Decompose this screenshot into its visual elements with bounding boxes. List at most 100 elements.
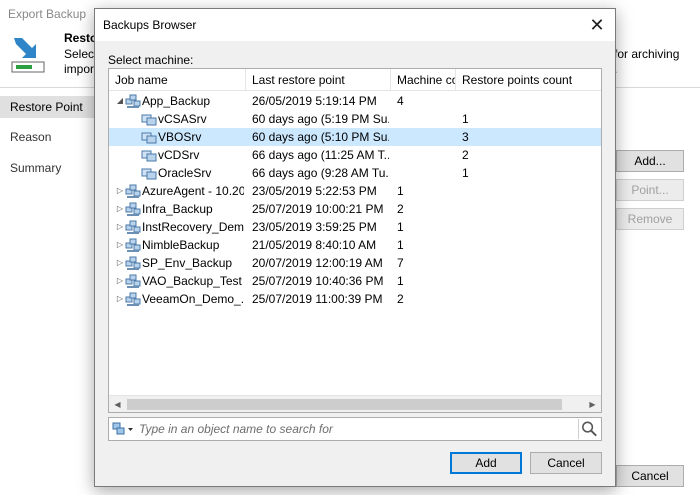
job-name-cell: NimbleBackup: [142, 238, 220, 252]
last-restore-point-cell: 25/07/2019 10:00:21 PM: [252, 202, 384, 216]
column-header-restore-points-count[interactable]: Restore points count: [456, 69, 601, 91]
job-name-cell: App_Backup: [142, 94, 211, 108]
machine-row[interactable]: vCDSrv 66 days ago (11:25 AM T... 2: [109, 146, 601, 164]
job-row[interactable]: ▷ AzureAgent - 10.20... 23/05/2019 5:22:53…: [109, 182, 601, 200]
machine-count-cell: [397, 164, 452, 182]
expand-icon[interactable]: ▷: [115, 236, 125, 254]
job-row[interactable]: ▷ InstRecovery_Demo 23/05/2019 3:59:25 PM 1: [109, 218, 601, 236]
expand-icon[interactable]: ▷: [115, 272, 125, 290]
machine-count-cell: [397, 128, 452, 146]
search-scope-icon[interactable]: [111, 420, 135, 438]
dialog-add-button[interactable]: Add: [450, 452, 522, 474]
last-restore-point-cell: 66 days ago (9:28 AM Tu...: [252, 166, 389, 180]
restore-points-count-cell: [462, 218, 592, 236]
vm-icon: [141, 111, 157, 127]
wizard-step-description: Select: [64, 47, 98, 61]
last-restore-point-cell: 60 days ago (5:10 PM Su...: [252, 130, 389, 144]
expand-icon[interactable]: ▷: [115, 200, 125, 218]
search-icon[interactable]: [578, 419, 600, 439]
collapse-icon[interactable]: ◢: [115, 92, 125, 110]
job-row[interactable]: ▷ NimbleBackup 21/05/2019 8:40:10 AM 1: [109, 236, 601, 254]
machine-count-cell: 4: [397, 94, 404, 108]
last-restore-point-cell: 60 days ago (5:19 PM Su...: [252, 112, 389, 126]
job-name-cell: AzureAgent - 10.20...: [142, 184, 244, 198]
restore-points-count-cell: [462, 236, 592, 254]
search-box: [108, 417, 602, 441]
machine-count-cell: 1: [397, 184, 404, 198]
job-name-cell: InstRecovery_Demo: [142, 220, 244, 234]
dialog-titlebar: Backups Browser ✕: [95, 9, 615, 41]
scroll-left-icon[interactable]: ◀: [109, 396, 126, 412]
backup-job-icon: [125, 201, 141, 217]
machine-count-cell: [397, 146, 452, 164]
restore-points-count-cell: [462, 182, 592, 200]
restore-points-count-cell: [462, 272, 592, 290]
nav-step-reason[interactable]: Reason: [0, 126, 98, 148]
select-machine-label: Select machine:: [108, 53, 194, 67]
job-name-cell: VAO_Backup_Test: [142, 274, 242, 288]
job-name-cell: vCSASrv: [158, 112, 207, 126]
machine-row[interactable]: VBOSrv 60 days ago (5:10 PM Su... 3: [109, 128, 601, 146]
dialog-title: Backups Browser: [103, 18, 197, 32]
machine-count-cell: 2: [397, 202, 404, 216]
expand-icon[interactable]: ▷: [115, 182, 125, 200]
wizard-description-right: for archiving: [614, 47, 680, 61]
restore-points-count-cell: [462, 200, 592, 218]
restore-points-count-cell: 2: [462, 148, 469, 162]
remove-button[interactable]: Remove: [616, 208, 684, 230]
job-name-cell: VBOSrv: [158, 130, 202, 144]
grid-header: Job name Last restore point Machine cou …: [109, 69, 601, 91]
backup-job-icon: [125, 273, 141, 289]
horizontal-scrollbar[interactable]: ◀ ▶: [109, 395, 601, 412]
wizard-cancel-button[interactable]: Cancel: [616, 465, 684, 487]
column-header-machine-count[interactable]: Machine cou: [391, 69, 456, 91]
vm-icon: [141, 165, 157, 181]
point-button[interactable]: Point...: [616, 179, 684, 201]
job-name-cell: VeeamOn_Demo_...: [142, 292, 244, 306]
backups-tree-grid[interactable]: Job name Last restore point Machine cou …: [108, 68, 602, 413]
restore-arrow-icon: [11, 38, 45, 73]
machine-row[interactable]: vCSASrv 60 days ago (5:19 PM Su... 1: [109, 110, 601, 128]
restore-points-count-cell: 1: [462, 166, 469, 180]
expand-icon[interactable]: ▷: [115, 254, 125, 272]
job-name-cell: Infra_Backup: [142, 202, 213, 216]
machine-count-cell: 7: [397, 256, 404, 270]
backup-job-icon: [125, 237, 141, 253]
search-input[interactable]: [139, 420, 569, 438]
wizard-title: Export Backup: [8, 7, 87, 21]
scrollbar-thumb[interactable]: [127, 399, 562, 410]
scroll-right-icon[interactable]: ▶: [584, 396, 601, 412]
last-restore-point-cell: 25/07/2019 10:40:36 PM: [252, 274, 384, 288]
dialog-cancel-button[interactable]: Cancel: [530, 452, 602, 474]
nav-step-summary[interactable]: Summary: [0, 157, 98, 179]
machine-count-cell: 2: [397, 292, 404, 306]
restore-points-count-cell: 3: [462, 130, 469, 144]
backup-job-icon: [125, 183, 141, 199]
restore-points-count-cell: [462, 290, 592, 308]
job-row[interactable]: ▷ VAO_Backup_Test 25/07/2019 10:40:36 PM 1: [109, 272, 601, 290]
backups-browser-dialog: Backups Browser ✕ Select machine: Job na…: [94, 8, 616, 487]
expand-icon[interactable]: ▷: [115, 218, 125, 236]
job-row[interactable]: ◢ App_Backup 26/05/2019 5:19:14 PM 4: [109, 92, 601, 110]
wizard-steps-nav: Restore Point Reason Summary: [0, 88, 98, 495]
column-header-last-restore-point[interactable]: Last restore point: [246, 69, 391, 91]
nav-step-restore-point[interactable]: Restore Point: [0, 96, 98, 118]
last-restore-point-cell: 66 days ago (11:25 AM T...: [252, 148, 389, 162]
job-row[interactable]: ▷ VeeamOn_Demo_... 25/07/2019 11:00:39 PM 2: [109, 290, 601, 308]
add-button[interactable]: Add...: [616, 150, 684, 172]
vm-icon: [141, 129, 157, 145]
close-icon[interactable]: ✕: [585, 13, 609, 37]
job-row[interactable]: ▷ Infra_Backup 25/07/2019 10:00:21 PM 2: [109, 200, 601, 218]
backup-job-icon: [125, 291, 141, 307]
job-name-cell: SP_Env_Backup: [142, 256, 233, 270]
machine-row[interactable]: OracleSrv 66 days ago (9:28 AM Tu... 1: [109, 164, 601, 182]
column-header-job-name[interactable]: Job name: [109, 69, 246, 91]
expand-icon[interactable]: ▷: [115, 290, 125, 308]
backup-job-icon: [125, 93, 141, 109]
job-name-cell: OracleSrv: [158, 166, 212, 180]
backup-job-icon: [125, 255, 141, 271]
machine-count-cell: 1: [397, 274, 404, 288]
wizard-step-title: Resto: [64, 31, 98, 45]
job-row[interactable]: ▷ SP_Env_Backup 20/07/2019 12:00:19 AM 7: [109, 254, 601, 272]
last-restore-point-cell: 26/05/2019 5:19:14 PM: [252, 94, 377, 108]
